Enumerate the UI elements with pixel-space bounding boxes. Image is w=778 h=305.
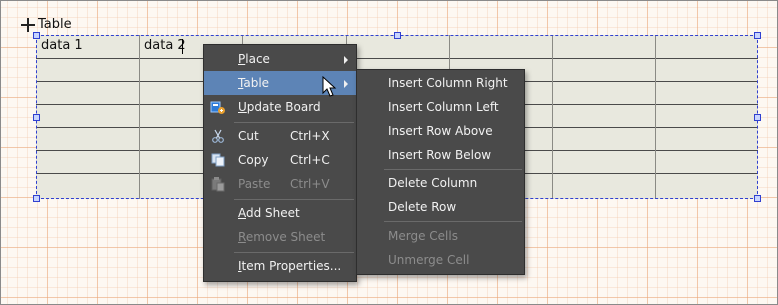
menu-item-remove-sheet[interactable]: Remove Sheet bbox=[204, 225, 356, 249]
menu-item-label: Insert Row Above bbox=[388, 124, 493, 138]
menu-item-label: Update Board bbox=[238, 100, 321, 114]
paste-icon bbox=[210, 176, 226, 192]
menu-item-item-properties[interactable]: Item Properties... bbox=[204, 254, 356, 278]
menu-item-shortcut: Ctrl+V bbox=[290, 177, 330, 191]
menu-item-label: Insert Column Right bbox=[388, 76, 508, 90]
submenu-arrow-icon bbox=[344, 56, 348, 64]
menu-item-label: Paste bbox=[238, 177, 271, 191]
row-divider bbox=[36, 58, 758, 59]
menu-item-cut[interactable]: Cut Ctrl+X bbox=[204, 124, 356, 148]
menu-item-label: Delete Column bbox=[388, 176, 478, 190]
menu-item-label: Delete Row bbox=[388, 200, 457, 214]
menu-item-label: Table bbox=[238, 76, 270, 90]
menu-separator bbox=[384, 221, 522, 222]
column-divider bbox=[139, 35, 140, 199]
move-handle-icon[interactable] bbox=[21, 18, 35, 32]
submenu-arrow-icon bbox=[344, 80, 348, 88]
resize-handle[interactable] bbox=[754, 32, 761, 39]
resize-handle[interactable] bbox=[33, 195, 40, 202]
text-caret bbox=[182, 39, 183, 54]
menu-separator bbox=[384, 169, 522, 170]
menu-item-label: Insert Column Left bbox=[388, 100, 499, 114]
column-divider bbox=[552, 35, 553, 199]
menu-item-label: Add Sheet bbox=[238, 206, 300, 220]
mouse-pointer-icon bbox=[322, 75, 338, 98]
menu-item-label: Merge Cells bbox=[388, 229, 458, 243]
menu-item-insert-row-above[interactable]: Insert Row Above bbox=[357, 119, 524, 143]
menu-item-add-sheet[interactable]: Add Sheet bbox=[204, 201, 356, 225]
menu-item-paste[interactable]: Paste Ctrl+V bbox=[204, 172, 356, 196]
menu-item-label: Place bbox=[238, 52, 270, 66]
menu-item-merge-cells[interactable]: Merge Cells bbox=[357, 224, 524, 248]
resize-handle[interactable] bbox=[754, 114, 761, 121]
menu-item-shortcut: Ctrl+X bbox=[290, 129, 330, 143]
menu-item-label: Cut bbox=[238, 129, 259, 143]
menu-item-delete-column[interactable]: Delete Column bbox=[357, 171, 524, 195]
column-divider bbox=[655, 35, 656, 199]
menu-item-update-board[interactable]: Update Board bbox=[204, 95, 356, 119]
table-cell-1[interactable]: data 1 bbox=[41, 38, 83, 53]
menu-separator bbox=[234, 252, 354, 253]
menu-item-place[interactable]: Place bbox=[204, 47, 356, 71]
menu-item-unmerge-cell[interactable]: Unmerge Cell bbox=[357, 248, 524, 272]
menu-item-label: Insert Row Below bbox=[388, 148, 492, 162]
resize-handle[interactable] bbox=[754, 195, 761, 202]
menu-item-label: Item Properties... bbox=[238, 259, 342, 273]
menu-item-shortcut: Ctrl+C bbox=[290, 153, 330, 167]
resize-handle[interactable] bbox=[394, 32, 401, 39]
resize-handle[interactable] bbox=[33, 32, 40, 39]
menu-item-delete-row[interactable]: Delete Row bbox=[357, 195, 524, 219]
menu-item-label: Unmerge Cell bbox=[388, 253, 470, 267]
menu-item-insert-column-right[interactable]: Insert Column Right bbox=[357, 71, 524, 95]
menu-item-label: Copy bbox=[238, 153, 269, 167]
menu-item-label: Remove Sheet bbox=[238, 230, 326, 244]
menu-separator bbox=[234, 199, 354, 200]
table-title: Table bbox=[38, 17, 72, 32]
resize-handle[interactable] bbox=[33, 114, 40, 121]
menu-item-insert-row-below[interactable]: Insert Row Below bbox=[357, 143, 524, 167]
scissors-icon bbox=[210, 128, 226, 144]
menu-separator bbox=[234, 122, 354, 123]
table-submenu: Insert Column Right Insert Column Left I… bbox=[356, 69, 525, 275]
copy-icon bbox=[210, 152, 226, 168]
menu-item-copy[interactable]: Copy Ctrl+C bbox=[204, 148, 356, 172]
menu-item-insert-column-left[interactable]: Insert Column Left bbox=[357, 95, 524, 119]
table-cell-2[interactable]: data 2 bbox=[144, 38, 186, 53]
update-board-icon bbox=[210, 99, 226, 115]
